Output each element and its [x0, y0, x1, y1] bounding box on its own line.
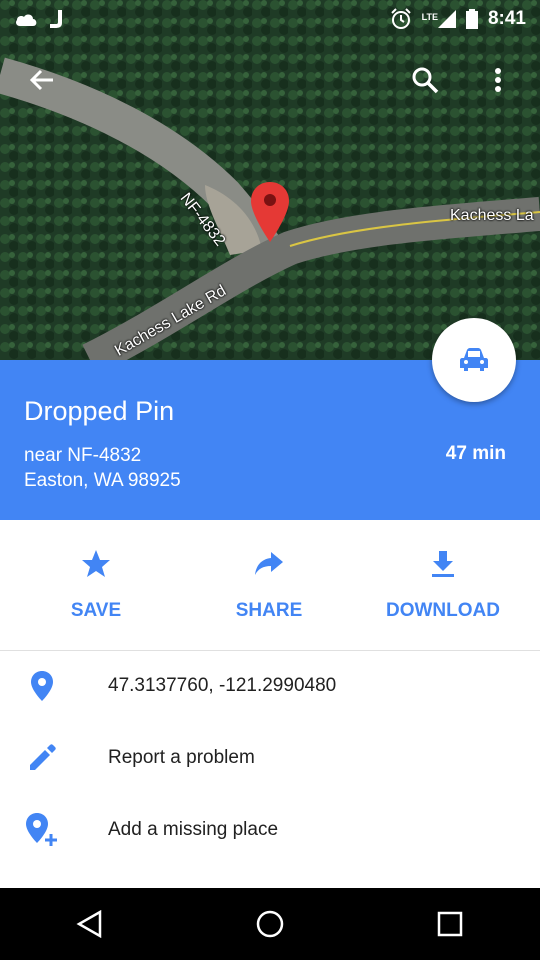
coordinates-text: 47.3137760, -121.2990480 [108, 675, 337, 696]
recents-square-icon[interactable] [420, 894, 480, 954]
satellite-map[interactable]: NF-4832 Kachess Lake Rd Kachess La [0, 0, 540, 360]
system-nav-bar [0, 888, 540, 960]
save-label: SAVE [70, 600, 122, 621]
dropped-pin-marker[interactable] [251, 182, 289, 242]
j-icon [50, 10, 62, 28]
car-icon [460, 348, 488, 371]
star-icon [82, 550, 110, 577]
battery-icon [465, 9, 478, 29]
road-label-kachess-la: Kachess La [450, 207, 534, 224]
pencil-icon [30, 744, 56, 770]
clock: 8:41 [487, 8, 526, 29]
back-arrow-icon[interactable] [20, 58, 64, 102]
coordinates-row[interactable]: 47.3137760, -121.2990480 [0, 656, 540, 716]
map-toolbar [0, 58, 540, 102]
download-icon [432, 551, 454, 577]
share-button[interactable]: SHARE [179, 520, 359, 650]
add-place-icon [26, 813, 57, 846]
signal-icon [437, 10, 456, 28]
back-triangle-icon[interactable] [60, 894, 120, 954]
home-circle-icon[interactable] [240, 894, 300, 954]
download-button[interactable]: DOWNLOAD [353, 520, 533, 650]
directions-button[interactable] [432, 318, 516, 402]
share-icon [255, 552, 283, 575]
download-label: DOWNLOAD [386, 600, 500, 621]
address-line-1: near NF-4832 [24, 445, 142, 466]
address-line-2: Easton, WA 98925 [24, 470, 181, 491]
place-title: Dropped Pin [24, 396, 175, 426]
add-missing-place-row[interactable]: Add a missing place [0, 800, 540, 860]
action-bar: SAVE SHARE DOWNLOAD [0, 520, 540, 651]
travel-time: 47 min [445, 443, 506, 464]
report-problem-row[interactable]: Report a problem [0, 728, 540, 788]
save-button[interactable]: SAVE [6, 520, 186, 650]
map-imagery [0, 0, 540, 360]
cloud-icon [16, 14, 37, 26]
signal-indicator: LTE [422, 10, 456, 28]
status-bar: LTE 8:41 [0, 0, 540, 38]
location-pin-icon [31, 671, 53, 701]
more-vert-icon[interactable] [476, 58, 520, 102]
alarm-icon [390, 8, 411, 29]
search-icon[interactable] [403, 58, 447, 102]
add-missing-place-text: Add a missing place [108, 819, 279, 840]
network-type: LTE [421, 12, 438, 22]
report-problem-text: Report a problem [108, 747, 255, 768]
share-label: SHARE [235, 600, 303, 621]
